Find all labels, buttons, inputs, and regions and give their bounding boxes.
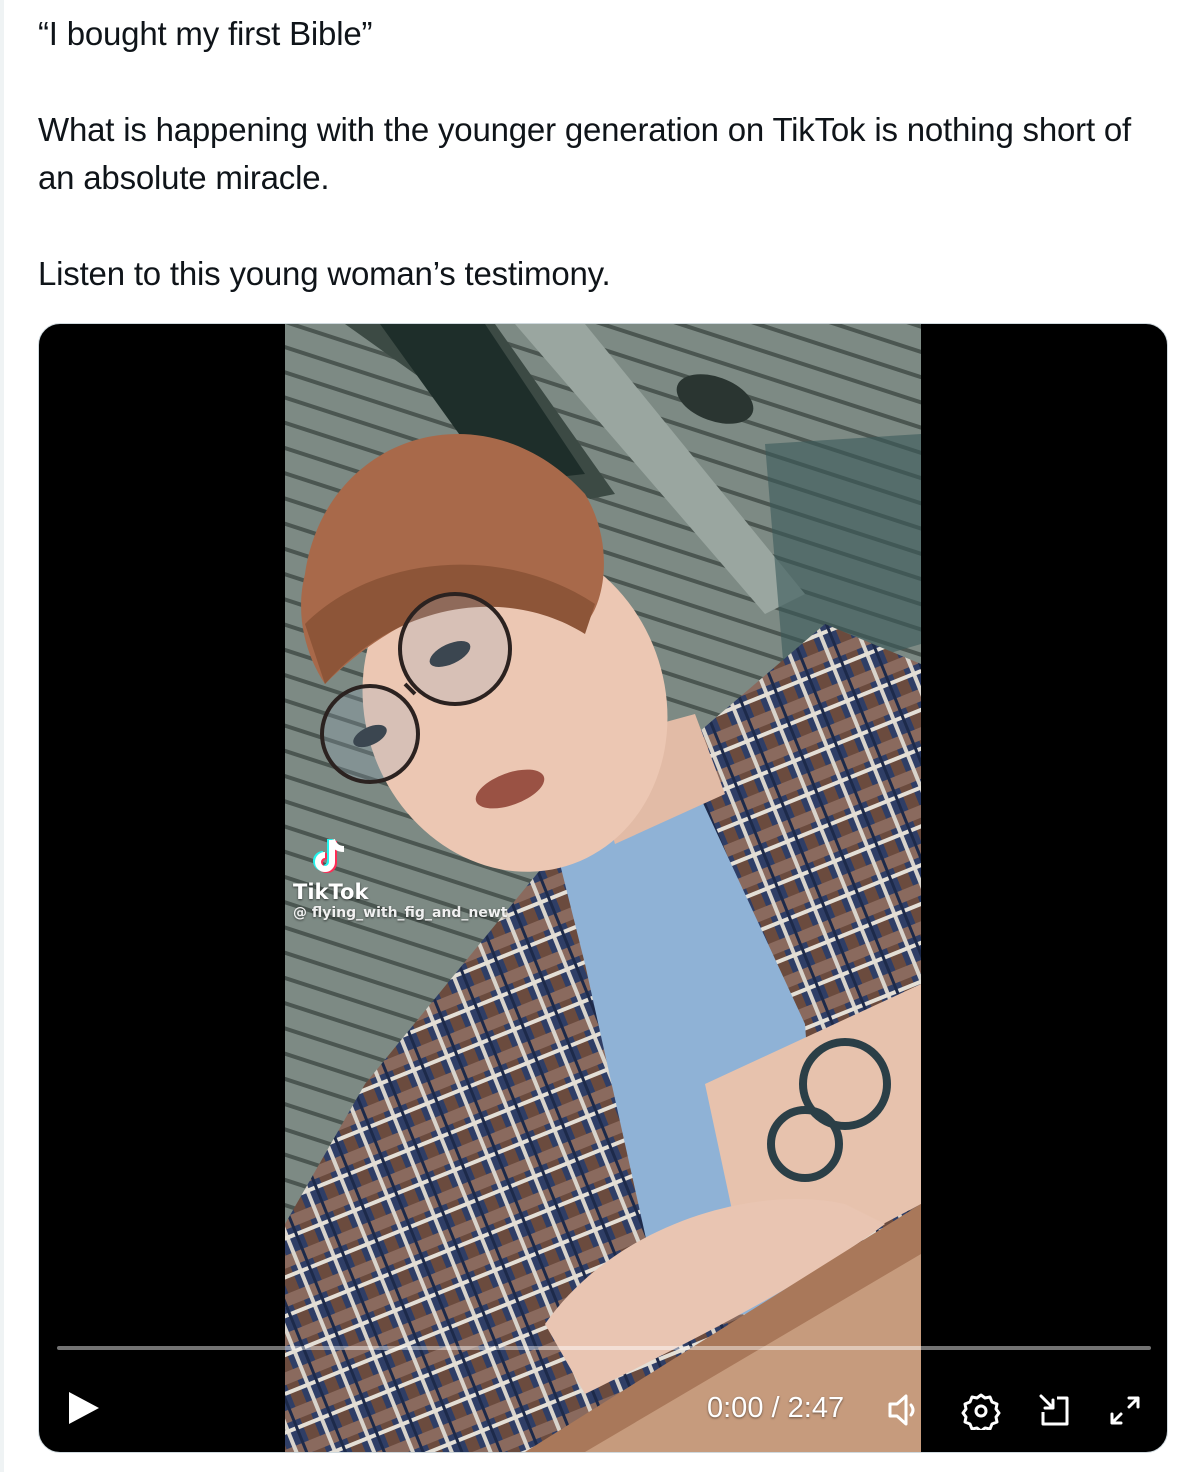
play-button[interactable]	[63, 1388, 103, 1428]
picture-in-picture-icon	[1039, 1394, 1069, 1426]
tweet-text: “I bought my first Bible” What is happen…	[38, 10, 1158, 298]
fullscreen-icon	[1110, 1396, 1140, 1425]
progress-bar[interactable]	[57, 1346, 1151, 1350]
settings-gear-icon	[961, 1393, 1001, 1433]
video-frame[interactable]: TikTok @ flying_with_fig_and_newt	[285, 324, 921, 1452]
play-icon	[69, 1392, 99, 1424]
tiktok-logo-icon	[313, 838, 345, 873]
time-separator: /	[771, 1392, 780, 1424]
fullscreen-button[interactable]	[1105, 1390, 1145, 1430]
picture-in-picture-button[interactable]	[1035, 1390, 1075, 1430]
tiktok-handle-label: @ flying_with_fig_and_newt	[293, 905, 508, 921]
tweet-call-to-action-line: Listen to this young woman’s testimony.	[38, 255, 611, 292]
mute-button[interactable]	[885, 1390, 925, 1430]
tweet-quote-line: “I bought my first Bible”	[38, 15, 373, 52]
time-display: 0:00 / 2:47	[707, 1388, 844, 1428]
video-player[interactable]: TikTok @ flying_with_fig_and_newt 0:00 /…	[38, 323, 1168, 1453]
tiktok-brand-label: TikTok	[293, 880, 369, 904]
duration: 2:47	[787, 1392, 845, 1424]
timeline-border	[0, 0, 4, 1472]
volume-icon	[888, 1394, 915, 1426]
current-time: 0:00	[707, 1392, 764, 1424]
tweet-body-line: What is happening with the younger gener…	[38, 111, 1132, 196]
tiktok-watermark: TikTok @ flying_with_fig_and_newt	[293, 834, 507, 922]
settings-button[interactable]	[961, 1390, 1001, 1433]
